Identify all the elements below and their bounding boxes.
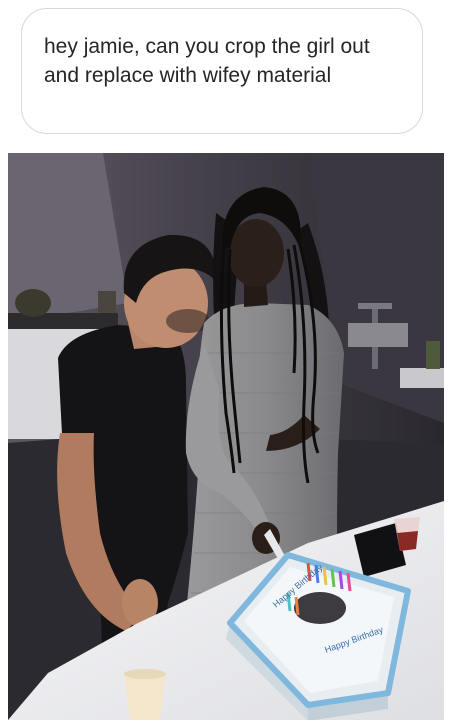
woman-face [228, 219, 284, 287]
counter-top [8, 313, 118, 329]
photo-illustration: Happy Birthday Happy Birthday [8, 153, 444, 720]
bottle [426, 341, 440, 369]
photo[interactable]: Happy Birthday Happy Birthday [8, 153, 444, 720]
message-bubble: hey jamie, can you crop the girl out and… [21, 8, 423, 134]
message-text: hey jamie, can you crop the girl out and… [44, 35, 370, 87]
cake-photo [294, 592, 346, 624]
plant [15, 289, 51, 317]
chair [348, 323, 408, 347]
glass-left [124, 673, 166, 720]
